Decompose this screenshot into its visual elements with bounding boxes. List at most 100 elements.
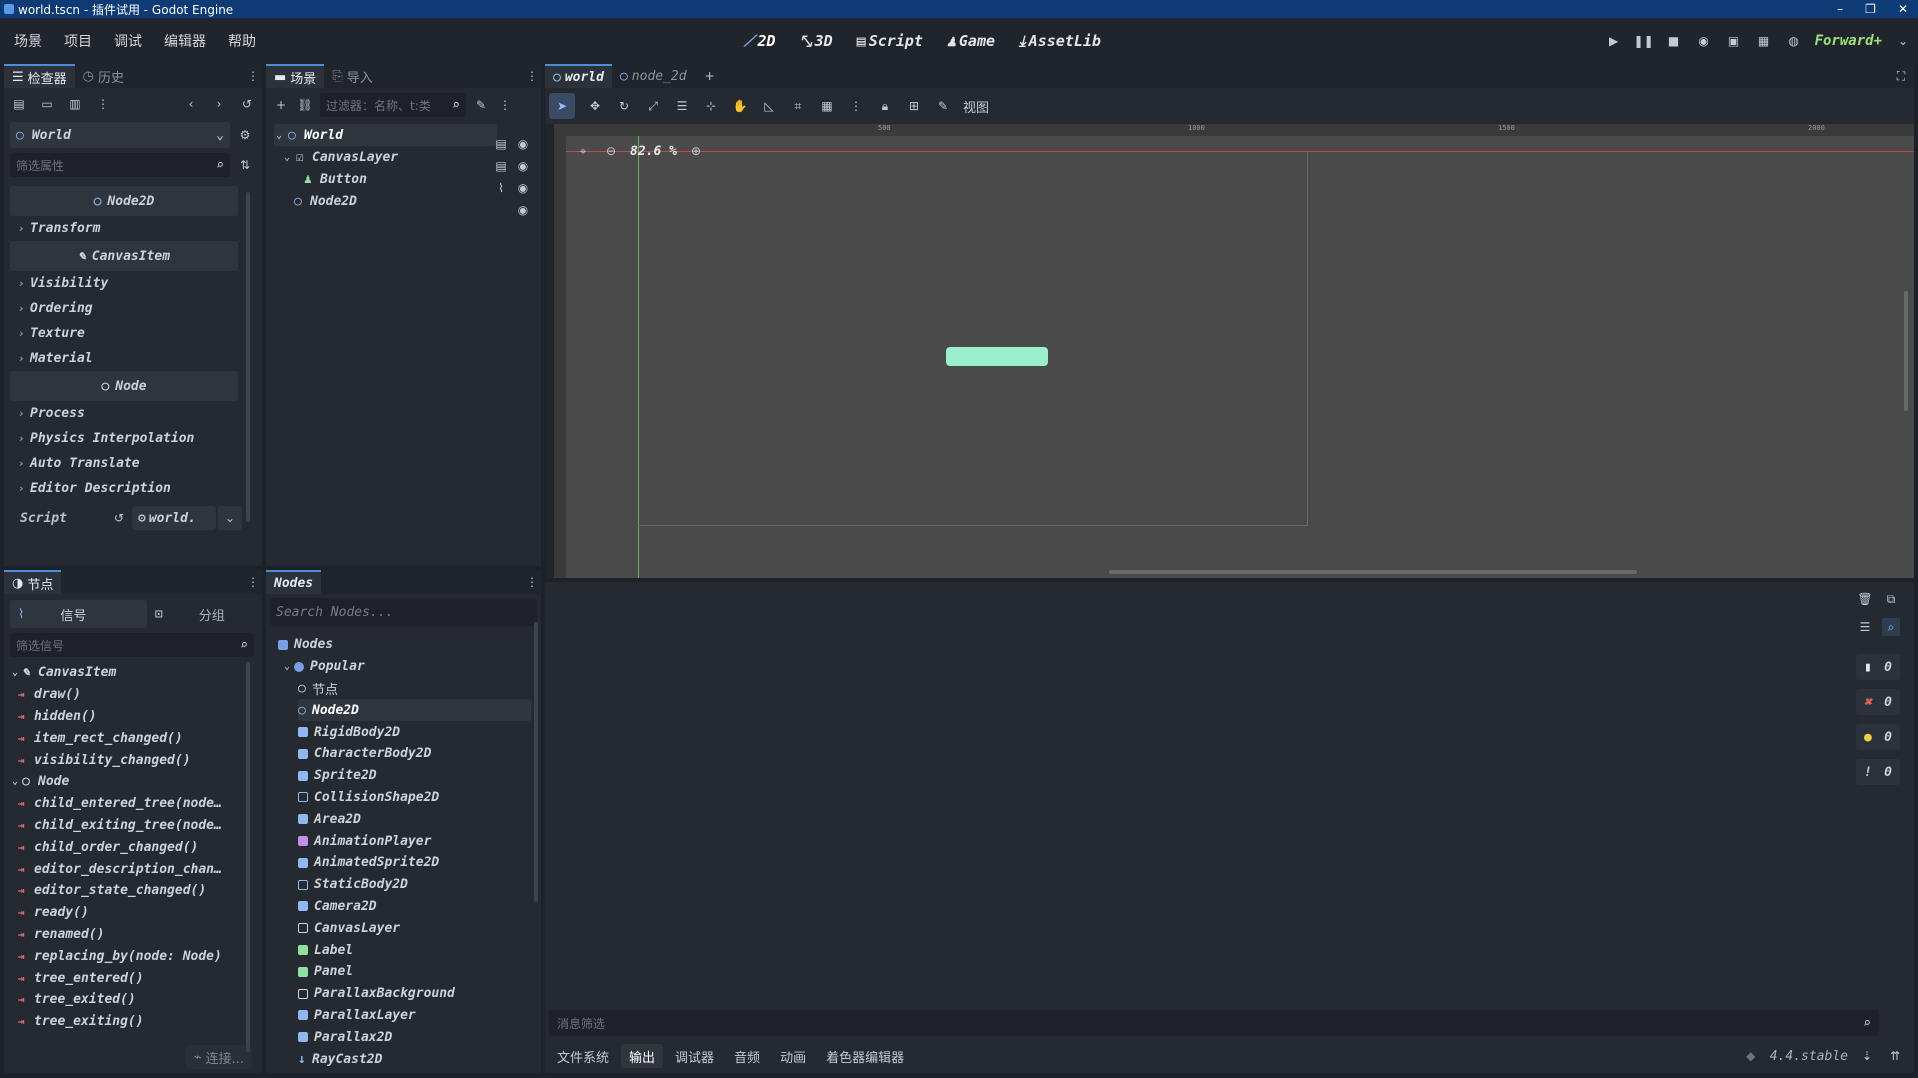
select-tool-icon[interactable]: ➤ [549,93,575,119]
grid-snap-icon[interactable]: ▦ [818,97,836,115]
scene-tab-node2d[interactable]: ○ node_2d [612,64,695,88]
panel-menu-icon[interactable]: ⋮ [523,573,541,591]
error-count-button[interactable]: ✖ 0 [1856,689,1900,715]
distraction-free-icon[interactable]: ⛶ [1892,67,1910,85]
category-process[interactable]: › Process [4,401,244,426]
renderer-select[interactable]: Forward+ [1815,33,1882,49]
subtab-groups[interactable]: ⊡ 分组 [147,600,256,628]
node-type-item[interactable]: Area2D [298,808,541,830]
tab-inspector[interactable]: ☰ 检查器 [4,64,75,88]
signal-item[interactable]: ⇥ renamed() [0,924,248,946]
visibility-eye-icon[interactable]: ◉ [514,201,532,219]
snap-options-icon[interactable]: ⋮ [847,97,865,115]
stop-icon[interactable]: ■ [1665,32,1683,50]
category-ordering[interactable]: › Ordering [4,296,244,321]
tree-item-world[interactable]: ⌄ ○ World [274,124,497,146]
editor-message-count-button[interactable]: ! 0 [1856,759,1900,785]
view-menu[interactable]: 视图 [963,97,989,116]
node-type-item[interactable]: Camera2D [298,896,541,918]
node-type-item[interactable]: CanvasLayer [298,917,541,939]
node-type-item[interactable]: RigidBody2D [298,721,541,743]
maximize-button[interactable]: ❐ [1865,2,1876,16]
category-material[interactable]: › Material [4,346,244,371]
workspace-assetlib[interactable]: ⤓ AssetLib [1019,32,1101,50]
play-icon[interactable]: ▶ [1605,32,1623,50]
node-type-item[interactable]: ○ Node2D [298,699,531,722]
pin-icon[interactable]: ⇣ [1858,1047,1876,1065]
node-type-item[interactable]: StaticBody2D [298,874,541,896]
signal-item[interactable]: ⇥ draw() [0,684,248,706]
category-texture[interactable]: › Texture [4,321,244,346]
signal-item[interactable]: ⇥ visibility_changed() [0,749,248,771]
tab-output[interactable]: 输出 [621,1044,664,1068]
script-value[interactable]: ⚙ world. [132,506,216,530]
inspector-scrollbar[interactable] [246,192,250,522]
scene-filter[interactable]: 过滤器：名称、t:类 ⌕ [320,93,466,117]
zoom-out-icon[interactable]: ⊖ [602,142,620,160]
subtab-signals[interactable]: ⌇ 信号 [10,600,147,628]
tab-filesystem[interactable]: 文件系统 [549,1044,617,1068]
object-properties-icon[interactable]: ⚙ [236,126,254,144]
collapse-icon[interactable]: ☰ [1856,618,1874,636]
script-icon[interactable]: ▤ [492,157,510,175]
signal-item[interactable]: ⇥ editor_state_changed() [0,880,248,902]
nodes-group-popular[interactable]: ⌄ Popular [278,656,541,678]
signal-group[interactable]: ⌄ ✎ CanvasItem [4,662,248,684]
bone-icon[interactable]: ✎ [934,97,952,115]
smart-snap-icon[interactable]: ⌗ [789,97,807,115]
new-resource-icon[interactable]: ▤ [10,95,28,113]
clear-output-icon[interactable]: 🗑︎ [1856,590,1874,608]
node-type-item[interactable]: Label [298,939,541,961]
signal-item[interactable]: ⇥ hidden() [0,706,248,728]
play-custom-icon[interactable]: ▦ [1755,32,1773,50]
remote-debug-icon[interactable]: ◉ [1695,32,1713,50]
menu-scene[interactable]: 场景 [14,31,42,51]
tab-nodes[interactable]: Nodes [266,570,322,594]
warning-count-button[interactable]: ● 0 [1856,724,1900,750]
signal-item[interactable]: ⇥ editor_description_chan… [0,858,248,880]
node-type-item[interactable]: CharacterBody2D [298,743,541,765]
node-type-item[interactable]: AnimationPlayer [298,830,541,852]
menu-debug[interactable]: 调试 [114,31,142,51]
version-label[interactable]: 4.4.stable [1770,1049,1848,1064]
move-tool-icon[interactable]: ✥ [586,97,604,115]
zoom-level[interactable]: 82.6 % [630,144,677,159]
vertical-scrollbar[interactable] [1904,291,1908,411]
selectable-list-icon[interactable]: ☰ [673,97,691,115]
workspace-2d[interactable]: ⟋ 2D [744,32,776,50]
movie-maker-icon[interactable]: ◍ [1785,32,1803,50]
zoom-in-icon[interactable]: ⊕ [687,142,705,160]
rotate-tool-icon[interactable]: ↻ [615,97,633,115]
menu-help[interactable]: 帮助 [228,31,256,51]
signal-item[interactable]: ⇥ tree_exiting() [0,1011,248,1033]
more-icon[interactable]: ⋮ [94,95,112,113]
signal-item[interactable]: ⇥ replacing_by(node: Node) [0,945,248,967]
category-transform[interactable]: › Transform [4,216,244,241]
visibility-eye-icon[interactable]: ◉ [514,179,532,197]
nodes-scrollbar[interactable] [534,622,538,902]
connect-button[interactable]: ⌁ 连接... [185,1045,252,1069]
pause-icon[interactable]: ❚❚ [1634,32,1654,50]
minimize-button[interactable]: – [1837,2,1843,16]
visibility-eye-icon[interactable]: ◉ [514,157,532,175]
center-view-icon[interactable]: ⌖ [574,142,592,160]
signal-filter[interactable]: 筛选信号 ⌕ [10,633,254,657]
signal-item[interactable]: ⇥ child_entered_tree(node… [0,793,248,815]
tab-shader-editor[interactable]: 着色器编辑器 [818,1044,912,1068]
forward-icon[interactable]: › [210,95,228,113]
revert-icon[interactable]: ↺ [110,509,128,527]
chevron-down-icon[interactable]: ⌄ [218,506,242,530]
property-filter[interactable]: 筛选属性 ⌕ [10,153,230,177]
pivot-tool-icon[interactable]: ⊹ [702,97,720,115]
save-icon[interactable]: ▥ [66,95,84,113]
link-icon[interactable]: ⛓ [296,96,314,114]
chevron-down-icon[interactable]: ⌄ [1894,32,1912,50]
group-icon[interactable]: ⊞ [905,97,923,115]
node-type-item[interactable]: Sprite2D [298,765,541,787]
scale-tool-icon[interactable]: ⤢ [644,97,662,115]
play-scene-icon[interactable]: ▣ [1725,32,1743,50]
panel-menu-icon[interactable]: ⋮ [244,573,262,591]
log-count-button[interactable]: ▮ 0 [1856,654,1900,680]
tab-scene[interactable]: ▬ 场景 [266,64,325,88]
category-auto-translate[interactable]: › Auto Translate [4,451,244,476]
